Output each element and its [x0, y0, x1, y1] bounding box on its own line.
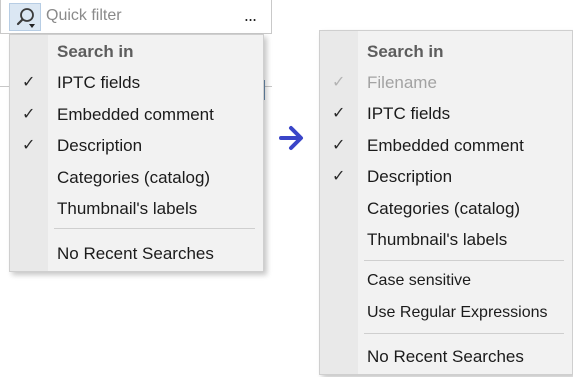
menu-item-label: Embedded comment: [57, 105, 214, 124]
menu-item-label: Description: [367, 167, 453, 186]
menu-separator: [364, 260, 564, 261]
quick-filter-input[interactable]: [46, 5, 231, 27]
menu-item-iptc-fields[interactable]: ✓ IPTC fields: [10, 68, 263, 98]
menu-item-case-sensitive[interactable]: Case sensitive: [320, 267, 572, 297]
quick-filter-bar: ...: [0, 0, 272, 34]
menu-item-label: Description: [57, 136, 143, 155]
menu-item-thumbnail-labels[interactable]: Thumbnail's labels: [10, 194, 263, 224]
search-in-menu-after: Search in ✓ Filename ✓ IPTC fields ✓ Emb…: [319, 30, 573, 375]
menu-item-no-recent-searches: No Recent Searches: [10, 239, 263, 269]
checkmark-icon: ✓: [22, 72, 36, 91]
right-arrow-icon: [279, 124, 305, 157]
menu-item-description[interactable]: ✓ Description: [10, 131, 263, 161]
menu-item-label: Categories (catalog): [57, 168, 211, 187]
menu-item-label: Thumbnail's labels: [57, 199, 198, 218]
search-in-menu-before: Search in ✓ IPTC fields ✓ Embedded comme…: [9, 34, 264, 272]
menu-item-label: Thumbnail's labels: [367, 230, 508, 249]
menu-item-label: IPTC fields: [367, 104, 451, 123]
checkmark-icon: ✓: [332, 166, 346, 185]
menu-item-use-regular-expressions[interactable]: Use Regular Expressions: [320, 299, 572, 329]
menu-item-filename: ✓ Filename: [320, 68, 572, 98]
menu-item-description[interactable]: ✓ Description: [320, 162, 572, 192]
checkmark-icon: ✓: [22, 135, 36, 154]
menu-separator: [54, 228, 255, 229]
checkmark-icon: ✓: [332, 103, 346, 122]
menu-item-label: No Recent Searches: [367, 347, 524, 366]
menu-item-thumbnail-labels[interactable]: Thumbnail's labels: [320, 225, 572, 255]
menu-item-categories-catalog[interactable]: Categories (catalog): [10, 163, 263, 193]
menu-header-label: Search in: [57, 42, 134, 61]
menu-item-label: No Recent Searches: [57, 244, 214, 263]
checkmark-icon: ✓: [22, 104, 36, 123]
checkmark-icon: ✓: [332, 135, 346, 154]
menu-item-iptc-fields[interactable]: ✓ IPTC fields: [320, 99, 572, 129]
menu-header-search-in: Search in: [10, 37, 263, 67]
menu-item-label: Categories (catalog): [367, 199, 521, 218]
menu-item-label: Case sensitive: [367, 272, 472, 289]
more-options-button[interactable]: ...: [237, 3, 263, 29]
menu-item-label: Filename: [367, 73, 437, 92]
menu-item-no-recent-searches: No Recent Searches: [320, 342, 572, 372]
menu-item-label: IPTC fields: [57, 73, 141, 92]
menu-header-label: Search in: [367, 42, 444, 61]
menu-item-label: Use Regular Expressions: [367, 304, 548, 321]
menu-item-label: Embedded comment: [367, 136, 524, 155]
menu-header-search-in: Search in: [320, 37, 572, 67]
menu-item-embedded-comment[interactable]: ✓ Embedded comment: [320, 131, 572, 161]
menu-item-embedded-comment[interactable]: ✓ Embedded comment: [10, 100, 263, 130]
checkmark-icon: ✓: [332, 72, 346, 91]
menu-item-categories-catalog[interactable]: Categories (catalog): [320, 194, 572, 224]
menu-separator: [364, 333, 564, 334]
search-options-button[interactable]: [9, 3, 41, 31]
